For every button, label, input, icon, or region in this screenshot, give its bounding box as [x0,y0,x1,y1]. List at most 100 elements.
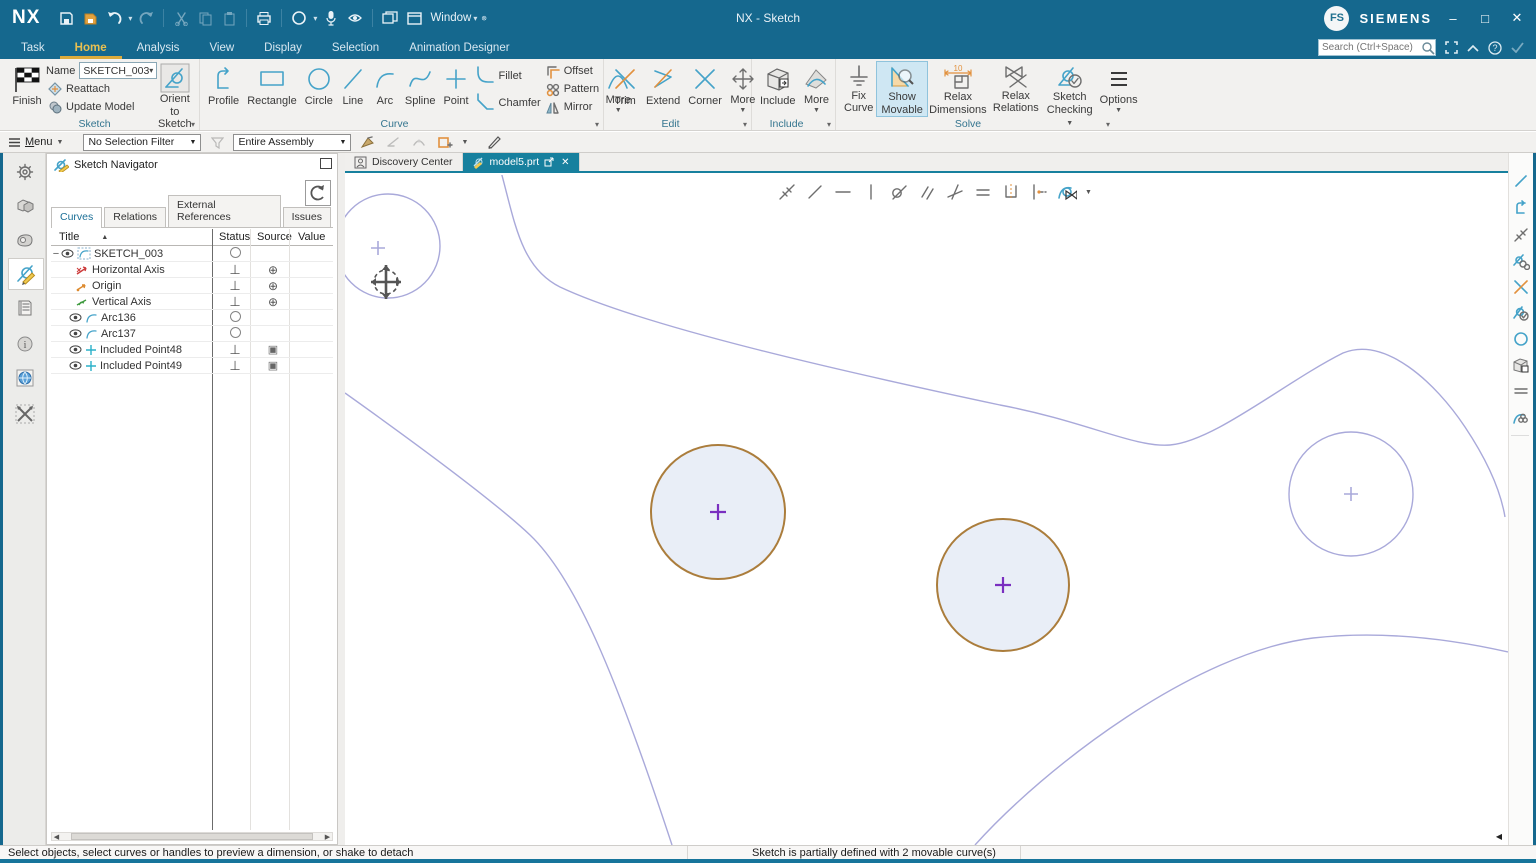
orient-to-sketch-button[interactable]: Orient to Sketch [154,62,196,116]
window-icon[interactable] [403,7,425,29]
rectangle-button[interactable]: Rectangle [243,62,301,116]
detach-tab-icon[interactable] [544,157,554,167]
measure-pencil-icon[interactable] [484,135,504,149]
tab-home[interactable]: Home [60,36,122,59]
voice-command-icon[interactable] [320,7,342,29]
ribbon-options-caret-icon[interactable]: ᳁ [481,12,486,24]
perpendicular-icon[interactable] [943,181,966,203]
visibility-eye-icon[interactable] [69,361,82,370]
save-icon[interactable] [55,7,77,29]
window-menu-caret-icon[interactable]: ▾ [473,14,477,23]
tangent-icon[interactable] [887,181,910,203]
arc-button[interactable]: Arc [369,62,401,116]
fullscreen-icon[interactable] [1442,39,1460,56]
update-model-button[interactable]: Update Model [46,99,154,116]
tree-expander-icon[interactable]: − [51,248,61,260]
visibility-eye-icon[interactable] [69,345,82,354]
tab-relations[interactable]: Relations [104,207,166,227]
vertical-icon[interactable] [859,181,882,203]
sketch-checking-button[interactable]: Sketch Checking ▼ [1043,62,1097,116]
column-value[interactable]: Value [298,231,325,243]
undo-icon[interactable] [103,7,125,29]
create-inferred-constraints-icon[interactable] [1055,181,1078,203]
include-icon[interactable] [1511,355,1531,375]
finish-sketch-button[interactable]: Finish [8,62,46,116]
line-icon[interactable] [1511,171,1531,191]
fillet-button[interactable]: Fillet [473,62,543,89]
pattern-button[interactable]: Pattern [543,80,601,98]
group-dialog-caret-icon[interactable]: ▾ [191,120,195,129]
snap-intersection-icon[interactable] [435,136,455,149]
scroll-left-icon[interactable]: ◀ [52,833,61,841]
scroll-right-icon[interactable]: ▶ [323,833,332,841]
web-browser-icon[interactable] [12,365,38,391]
settings-icon[interactable] [12,159,38,185]
dropdown-caret-icon[interactable]: ▼ [461,139,468,146]
options-button[interactable]: Options▼ [1097,62,1141,116]
spline-button[interactable]: Spline [401,62,440,116]
extend-button[interactable]: Extend [642,62,684,116]
pattern-icon[interactable] [1511,407,1531,427]
canvas-scroll-left-icon[interactable]: ◀ [1496,832,1502,841]
close-button[interactable]: ✕ [1506,10,1528,26]
sketch-navigator-icon[interactable] [9,259,43,289]
search-input[interactable] [1319,42,1421,53]
tab-external-references[interactable]: External References [168,195,281,227]
tab-view[interactable]: View [194,36,249,59]
sketch-viewport[interactable]: ▼ ◀ [345,175,1508,845]
graphics-window[interactable]: Discovery Center model5.prt ✕ [345,153,1508,845]
chamfer-button[interactable]: Chamfer [473,89,543,116]
toolbar-caret-icon[interactable]: ▼ [1085,189,1092,196]
save-as-icon[interactable] [79,7,101,29]
assembly-navigator-icon[interactable] [12,193,38,219]
tab-task[interactable]: Task [6,36,60,59]
fix-curve-button[interactable]: Fix Curve [840,62,877,116]
relax-relations-button[interactable]: Relax Relations [989,62,1043,116]
group-dialog-caret-icon[interactable]: ▾ [827,120,831,129]
profile-button[interactable]: Profile [204,62,243,116]
tab-curves[interactable]: Curves [51,207,102,228]
minimize-button[interactable]: – [1442,11,1464,26]
point-button[interactable]: Point [439,62,472,116]
touch-mode-icon[interactable] [344,7,366,29]
sketch-checking-icon[interactable] [1511,303,1531,323]
tab-model5-prt[interactable]: model5.prt ✕ [463,153,580,171]
panel-splitter[interactable] [338,153,345,845]
show-movable-button[interactable]: Show Movable [877,62,927,116]
undo-dropdown-caret-icon[interactable]: ▾ [128,14,132,23]
snap-point-icon[interactable] [357,136,377,149]
column-status[interactable]: Status [219,231,250,243]
command-finder-icon[interactable] [288,7,310,29]
maximize-button[interactable]: □ [1474,11,1496,26]
window-menu[interactable]: Window [430,12,471,24]
visibility-eye-icon[interactable] [61,249,74,258]
coincident-icon[interactable] [775,181,798,203]
equal-length-icon[interactable] [1511,381,1531,401]
visibility-eye-icon[interactable] [69,313,82,322]
parallel-icon[interactable] [915,181,938,203]
command-finder-caret-icon[interactable]: ▾ [313,14,317,23]
line-button[interactable]: Line [337,62,369,116]
selection-filter-dropdown[interactable]: No Selection Filter▼ [83,134,201,151]
coincident-icon[interactable] [1511,225,1531,245]
trim-button[interactable]: Trim [608,62,642,116]
horizontal-icon[interactable] [831,181,854,203]
command-search[interactable] [1318,39,1436,56]
relax-dimensions-button[interactable]: 10Relax Dimensions [927,62,989,116]
close-tab-icon[interactable]: ✕ [561,157,569,168]
reattach-button[interactable]: Reattach [46,81,154,98]
tree-row[interactable]: Vertical Axis [51,294,333,310]
include-more-button[interactable]: More▼ [799,62,833,116]
print-icon[interactable] [253,7,275,29]
tab-display[interactable]: Display [249,36,317,59]
visibility-eye-icon[interactable] [69,329,82,338]
tree-row[interactable]: − SKETCH_003 [51,246,333,262]
panel-horizontal-scrollbar[interactable]: ◀ ▶ [51,832,333,841]
user-avatar[interactable]: FS [1324,6,1349,31]
trim-icon[interactable] [1511,277,1531,297]
minimize-ribbon-icon[interactable] [1464,39,1482,56]
toolbox-icon[interactable] [12,401,38,427]
panel-float-button[interactable] [320,158,332,169]
tab-discovery-center[interactable]: Discovery Center [345,153,463,171]
tab-animation-designer[interactable]: Animation Designer [394,36,524,59]
